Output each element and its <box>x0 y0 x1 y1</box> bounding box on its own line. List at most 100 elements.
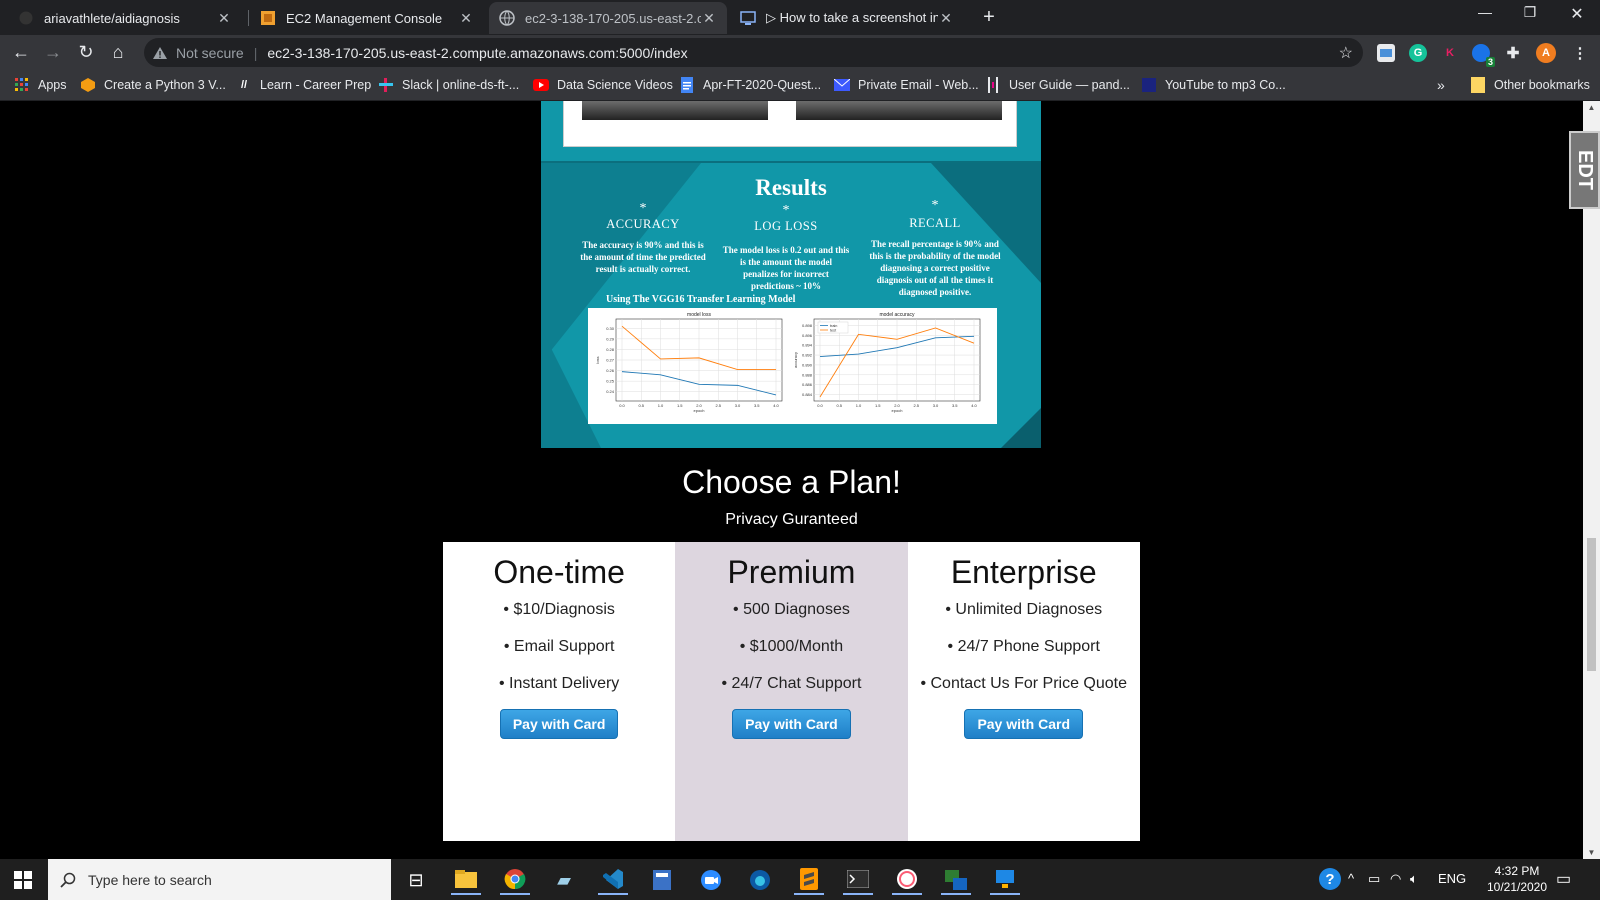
scroll-up-arrow-icon[interactable]: ▲ <box>1583 103 1600 112</box>
back-button[interactable]: ← <box>9 40 33 64</box>
clock[interactable]: 4:32 PM 10/21/2020 <box>1472 863 1562 895</box>
grammarly-icon[interactable]: G <box>1409 44 1427 62</box>
bookmark-youtube[interactable]: Data Science Videos <box>533 75 673 95</box>
close-icon[interactable]: ✕ <box>938 10 954 27</box>
legend-label: test <box>830 329 837 333</box>
y-tick-label: 0.884 <box>802 392 813 397</box>
pay-with-card-button[interactable]: Pay with Card <box>499 709 619 739</box>
reload-button[interactable]: ↻ <box>74 40 98 64</box>
pay-with-card-button[interactable]: Pay with Card <box>732 709 851 739</box>
plans-title: Choose a Plan! <box>682 464 901 500</box>
youtube-icon <box>533 77 549 93</box>
calculator-icon[interactable] <box>647 865 677 895</box>
tab-github[interactable]: ariavathlete/aidiagnosis ✕ <box>8 2 242 34</box>
github-icon <box>18 10 34 26</box>
warning-icon <box>152 45 168 61</box>
y-tick-label: 0.30 <box>606 326 615 331</box>
xray-image <box>582 101 768 120</box>
plan-enterprise: Enterprise • Unlimited Diagnoses • 24/7 … <box>907 542 1140 841</box>
x-tick-label: 1.0 <box>658 403 664 408</box>
close-icon[interactable]: ✕ <box>216 10 232 27</box>
network-manager-icon[interactable] <box>941 865 971 895</box>
page-scrollbar[interactable]: ▲ ▼ <box>1583 101 1600 859</box>
bookmark-label: Data Science Videos <box>557 78 673 92</box>
volume-icon[interactable]: 🔈︎ <box>1410 871 1418 887</box>
close-icon[interactable]: ✕ <box>701 10 717 27</box>
edge-icon[interactable] <box>745 865 775 895</box>
page-content: Results * ACCURACY The accuracy is 90% a… <box>0 101 1583 859</box>
notes-app-icon[interactable]: ▰ <box>549 865 579 895</box>
address-bar[interactable]: Not secure | ec2-3-138-170-205.us-east-2… <box>144 38 1363 67</box>
bookmark-other[interactable]: Other bookmarks <box>1470 75 1590 95</box>
k-extension-icon[interactable]: K <box>1441 44 1459 62</box>
cube-icon <box>80 77 96 93</box>
slash-logo-icon: // <box>240 79 248 91</box>
terminal-icon[interactable] <box>843 865 873 895</box>
bookmark-email[interactable]: Private Email - Web... <box>834 75 979 95</box>
close-icon[interactable]: ✕ <box>458 10 474 27</box>
chrome-icon[interactable] <box>500 865 530 895</box>
file-explorer-icon[interactable] <box>451 865 481 895</box>
bookmark-ytmp3[interactable]: YouTube to mp3 Co... <box>1141 75 1286 95</box>
remote-desktop-icon[interactable] <box>990 865 1020 895</box>
bookmark-pandas[interactable]: User Guide — pand... <box>985 75 1130 95</box>
bookmark-learn[interactable]: // Learn - Career Prep <box>236 75 371 95</box>
bookmark-label: Apps <box>38 78 67 92</box>
task-view-icon[interactable]: ⊟ <box>401 865 431 895</box>
plan-feature: • 500 Diagnoses <box>733 601 850 618</box>
tab-active-app[interactable]: ec2-3-138-170-205.us-east-2.con ✕ <box>489 2 727 34</box>
language-indicator[interactable]: ENG <box>1438 871 1466 886</box>
windows-start-icon[interactable] <box>14 871 32 889</box>
sync-extension-icon[interactable]: 3 <box>1472 44 1495 67</box>
restore-button[interactable]: ❐ <box>1515 4 1545 21</box>
extension-icon[interactable] <box>1377 44 1395 62</box>
edt-side-tab[interactable]: EDT <box>1569 131 1600 209</box>
training-charts: model loss 0.0 0.5 1.0 1.5 2.0 2.5 3.0 3.5 4.0 0.2… <box>588 308 997 424</box>
results-panel: Results * ACCURACY The accuracy is 90% a… <box>541 101 1041 448</box>
window-close-button[interactable]: ✕ <box>1562 4 1592 24</box>
scroll-thumb[interactable] <box>1587 538 1596 671</box>
x-tick-label: 3.0 <box>933 403 939 408</box>
bookmark-star-icon[interactable]: ☆ <box>1339 43 1353 63</box>
metric-name: RECALL <box>909 216 961 230</box>
scroll-down-arrow-icon[interactable]: ▼ <box>1583 848 1600 857</box>
bookmark-label: Create a Python 3 V... <box>104 78 226 92</box>
x-tick-label: 2.5 <box>913 403 919 408</box>
menu-icon[interactable]: ⋮ <box>1571 44 1589 62</box>
zoom-icon[interactable] <box>696 865 726 895</box>
wifi-icon[interactable]: ◠ <box>1390 871 1401 887</box>
xray-image-frame <box>563 101 1017 147</box>
tab-youtube[interactable]: ▷ How to take a screenshot in W ✕ <box>730 2 964 34</box>
bookmark-slack[interactable]: Slack | online-ds-ft-... <box>378 75 519 95</box>
music-icon <box>1141 77 1157 93</box>
x-tick-label: 0.0 <box>817 403 823 408</box>
vscode-icon[interactable] <box>598 865 628 895</box>
profile-avatar[interactable]: A <box>1536 43 1556 63</box>
y-tick-label: 0.27 <box>606 358 615 363</box>
pay-with-card-button[interactable]: Pay with Card <box>964 709 1084 739</box>
metric-description: The recall percentage is 90% and this is… <box>869 239 1001 297</box>
bookmarks-overflow-button[interactable]: » <box>1437 75 1445 95</box>
y-tick-label: 0.26 <box>606 368 615 373</box>
bookmark-apps[interactable]: Apps <box>14 75 67 95</box>
y-tick-label: 0.25 <box>606 379 615 384</box>
new-tab-button[interactable]: + <box>977 6 1001 29</box>
help-icon[interactable]: ? <box>1318 867 1342 894</box>
globe-icon <box>499 10 515 26</box>
tray-chevron-icon[interactable]: ^ <box>1348 871 1354 886</box>
star-icon: * <box>931 198 939 213</box>
forward-button[interactable]: → <box>41 40 65 64</box>
sublime-icon[interactable] <box>794 865 824 895</box>
taskbar-search[interactable]: Type here to search <box>48 859 391 900</box>
itunes-icon[interactable] <box>892 865 922 895</box>
tab-ec2[interactable]: EC2 Management Console ✕ <box>250 2 484 34</box>
home-button[interactable]: ⌂ <box>106 40 130 64</box>
bookmark-doc[interactable]: Apr-FT-2020-Quest... <box>679 75 821 95</box>
y-tick-label: 0.890 <box>802 362 813 367</box>
bookmark-python[interactable]: Create a Python 3 V... <box>80 75 226 95</box>
notifications-icon[interactable]: ▭ <box>1556 869 1571 889</box>
battery-icon[interactable]: ▭ <box>1368 871 1380 887</box>
minimize-button[interactable]: — <box>1470 4 1500 20</box>
results-title: Results <box>755 175 827 200</box>
puzzle-icon[interactable]: ✚ <box>1504 44 1522 62</box>
